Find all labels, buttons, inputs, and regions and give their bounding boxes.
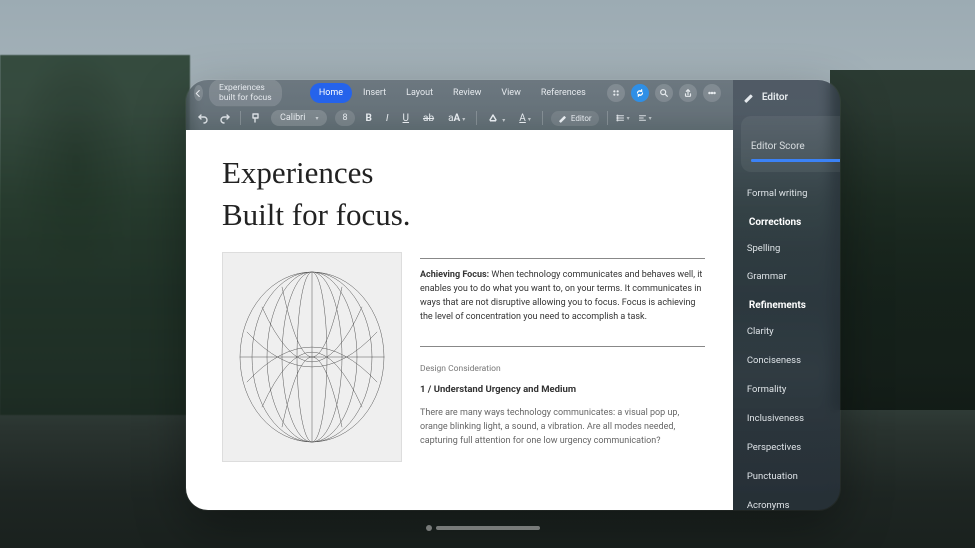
refinement-clarity[interactable]: Clarity bbox=[737, 317, 840, 346]
item-label: Inclusiveness bbox=[747, 413, 804, 424]
search-button[interactable] bbox=[655, 84, 673, 102]
doc-subhead: 1 / Understand Urgency and Medium bbox=[420, 383, 705, 398]
format-painter-button[interactable] bbox=[249, 111, 263, 125]
tab-review[interactable]: Review bbox=[444, 83, 490, 103]
doc-section-label: Design Consideration bbox=[420, 363, 705, 376]
redo-button[interactable] bbox=[218, 111, 232, 125]
bold-button[interactable]: B bbox=[363, 113, 375, 124]
document-title[interactable]: Experiences built for focus bbox=[209, 80, 282, 107]
refinement-punctuation[interactable]: Punctuation bbox=[737, 462, 840, 491]
doc-paragraph-1: Achieving Focus: When technology communi… bbox=[420, 269, 705, 325]
editor-score-card[interactable]: Editor Score 95% bbox=[741, 116, 840, 172]
refinement-inclusiveness[interactable]: Inclusiveness bbox=[737, 404, 840, 433]
pen-icon bbox=[743, 92, 754, 103]
editor-chip-label: Editor bbox=[571, 114, 592, 123]
font-picker[interactable]: Calibri ▾ bbox=[271, 110, 327, 126]
refinement-conciseness[interactable]: Conciseness bbox=[737, 346, 840, 375]
doc-text-column: Achieving Focus: When technology communi… bbox=[420, 252, 705, 462]
font-color-button[interactable]: A▾ bbox=[516, 113, 534, 124]
separator bbox=[240, 111, 241, 125]
tab-view[interactable]: View bbox=[492, 83, 529, 103]
item-label: Perspectives bbox=[747, 442, 801, 453]
formal-writing-row[interactable]: Formal writing ⋮ bbox=[737, 180, 840, 207]
alignment-button[interactable]: ▾ bbox=[638, 111, 652, 125]
editor-panel: Editor Editor Score 95% Formal writing ⋮ bbox=[733, 80, 840, 510]
item-label: Formality bbox=[747, 384, 787, 395]
correction-spelling[interactable]: Spelling bbox=[737, 234, 840, 263]
home-indicator[interactable] bbox=[436, 526, 540, 530]
editor-toggle[interactable]: Editor bbox=[551, 111, 599, 126]
score-bar bbox=[751, 159, 840, 162]
refinement-formality[interactable]: Formality bbox=[737, 375, 840, 404]
doc-figure bbox=[222, 252, 402, 462]
separator bbox=[476, 111, 477, 125]
score-label: Editor Score bbox=[751, 141, 805, 152]
chevron-down-icon: ▾ bbox=[315, 115, 318, 122]
tab-layout[interactable]: Layout bbox=[397, 83, 442, 103]
document-canvas[interactable]: Experiences Built for focus. bbox=[186, 130, 733, 510]
item-label: Spelling bbox=[747, 243, 781, 254]
highlight-button[interactable]: ▾ bbox=[485, 112, 508, 125]
refinements-section: Refinements bbox=[737, 290, 840, 317]
item-label: Acronyms bbox=[747, 500, 790, 510]
font-size-picker[interactable]: 8 bbox=[335, 110, 354, 126]
font-name: Calibri bbox=[280, 113, 305, 123]
title-actions bbox=[607, 84, 725, 102]
separator bbox=[542, 111, 543, 125]
editor-panel-title: Editor bbox=[762, 92, 788, 103]
doc-paragraph-2: There are many ways technology communica… bbox=[420, 407, 705, 449]
item-label: Grammar bbox=[747, 271, 787, 282]
undo-button[interactable] bbox=[196, 111, 210, 125]
correction-grammar[interactable]: Grammar1 bbox=[737, 263, 840, 290]
strikethrough-button[interactable]: ab bbox=[420, 113, 437, 124]
more-button[interactable] bbox=[703, 84, 721, 102]
move-handle-button[interactable] bbox=[607, 84, 625, 102]
tab-references[interactable]: References bbox=[532, 83, 595, 103]
item-label: Clarity bbox=[747, 326, 774, 337]
toolbar: Calibri ▾ 8 B I U ab aA▾ ▾ A▾ Editor ▾ ▾ bbox=[186, 106, 733, 130]
share-button[interactable] bbox=[679, 84, 697, 102]
bullets-button[interactable]: ▾ bbox=[616, 111, 630, 125]
italic-button[interactable]: I bbox=[383, 113, 392, 124]
separator bbox=[607, 111, 608, 125]
doc-title-line2: Built for focus. bbox=[222, 194, 705, 236]
app-window: Experiences built for focus Home Insert … bbox=[186, 80, 840, 510]
refinement-perspectives[interactable]: Perspectives bbox=[737, 433, 840, 462]
text-effects-button[interactable]: aA▾ bbox=[445, 113, 468, 124]
sync-button[interactable] bbox=[631, 84, 649, 102]
item-label: Punctuation bbox=[747, 471, 798, 482]
doc-title-line1: Experiences bbox=[222, 152, 705, 194]
item-label: Conciseness bbox=[747, 355, 801, 366]
back-button[interactable] bbox=[194, 85, 203, 101]
ribbon-tabs: Home Insert Layout Review View Reference… bbox=[310, 83, 595, 103]
tab-home[interactable]: Home bbox=[310, 83, 352, 103]
corrections-section: Corrections bbox=[737, 207, 840, 234]
titlebar: Experiences built for focus Home Insert … bbox=[186, 80, 733, 106]
tab-insert[interactable]: Insert bbox=[354, 83, 395, 103]
home-indicator-dot bbox=[426, 525, 432, 531]
underline-button[interactable]: U bbox=[400, 113, 412, 124]
refinement-acronyms[interactable]: Acronyms bbox=[737, 491, 840, 510]
